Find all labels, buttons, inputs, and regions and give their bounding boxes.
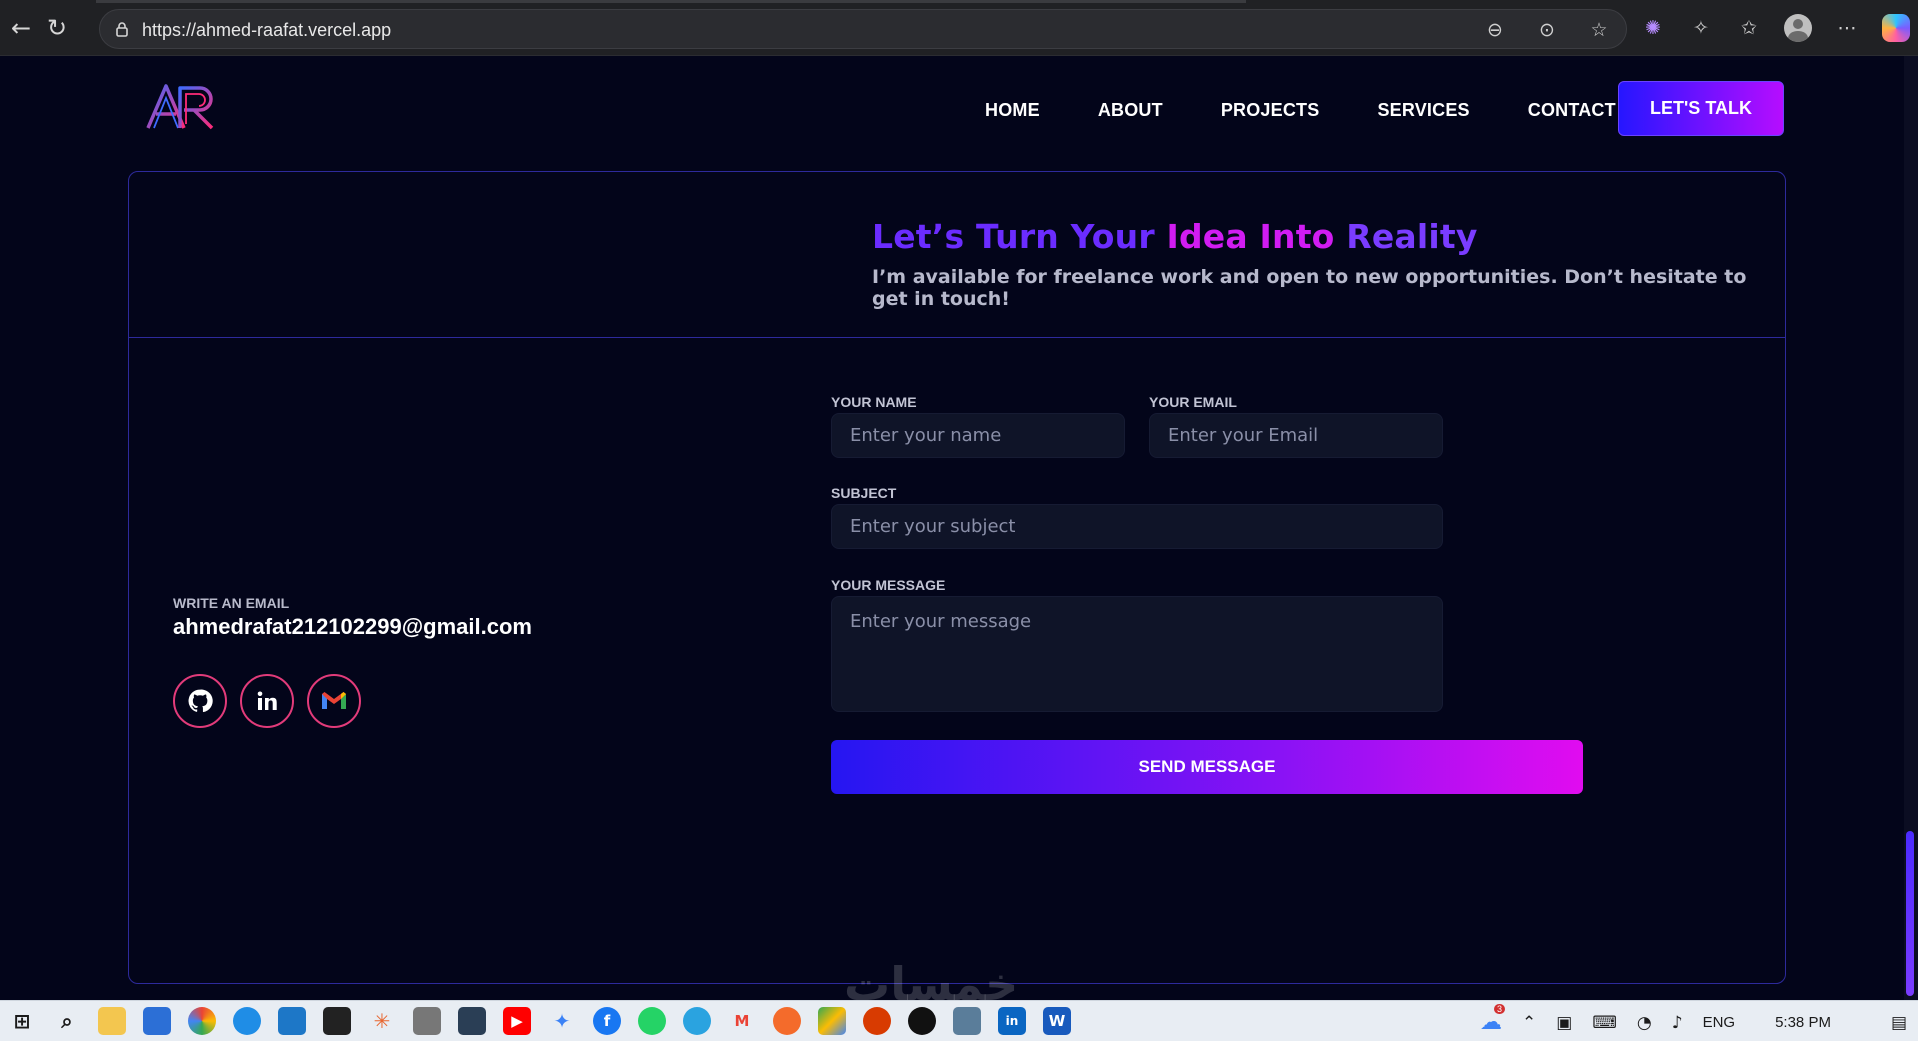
postman-icon[interactable] (773, 1007, 801, 1035)
chevron-up-icon[interactable]: ⌃ (1522, 1013, 1536, 1033)
extension-icon[interactable]: ✧ (1688, 15, 1714, 41)
linkedin-taskbar-icon[interactable]: in (998, 1007, 1026, 1035)
page-title: Let’s Turn Your Idea Into Reality (872, 217, 1478, 256)
email-input[interactable] (1149, 413, 1443, 458)
store-icon[interactable] (143, 1007, 171, 1035)
youtube-icon[interactable]: ▶ (503, 1007, 531, 1035)
linkedin-link[interactable] (240, 674, 294, 728)
settings-icon[interactable] (413, 1007, 441, 1035)
zoom-out-icon[interactable]: ⊖ (1482, 17, 1508, 43)
name-label: YOUR NAME (831, 394, 917, 410)
url-text: https://ahmed-raafat.vercel.app (142, 20, 392, 40)
word-icon[interactable]: W (1043, 1007, 1071, 1035)
whatsapp-icon[interactable] (638, 1007, 666, 1035)
gmail-icon (322, 692, 346, 709)
address-bar[interactable]: https://ahmed-raafat.vercel.app ⊖ ⊙ ☆ (99, 9, 1627, 49)
main-nav: HOME ABOUT PROJECTS SERVICES CONTACT (985, 100, 1616, 121)
page: HOME ABOUT PROJECTS SERVICES CONTACT LET… (4, 56, 1904, 1000)
nav-contact[interactable]: CONTACT (1528, 100, 1616, 121)
watermark: خمسات (844, 957, 1019, 1000)
message-textarea[interactable] (831, 596, 1443, 712)
copilot-icon[interactable] (1882, 14, 1910, 42)
volume-icon[interactable]: ♪ (1672, 1013, 1683, 1033)
reload-icon[interactable]: ↻ (42, 13, 72, 43)
divider (129, 337, 1785, 338)
windows-start-icon[interactable]: ⊞ (8, 1007, 36, 1035)
facebook-icon[interactable]: f (593, 1007, 621, 1035)
more-icon[interactable]: ⋯ (1834, 15, 1860, 41)
back-icon[interactable]: ← (6, 13, 36, 43)
github-taskbar-icon[interactable] (908, 1007, 936, 1035)
github-icon (188, 689, 213, 713)
page-subtitle: I’m available for freelance work and ope… (872, 266, 1747, 310)
vscode-icon[interactable] (278, 1007, 306, 1035)
nav-services[interactable]: SERVICES (1377, 100, 1469, 121)
language-indicator[interactable]: ENG (1703, 1014, 1736, 1031)
social-links (173, 674, 361, 728)
lets-talk-button[interactable]: LET'S TALK (1618, 81, 1784, 136)
subject-input[interactable] (831, 504, 1443, 549)
name-input[interactable] (831, 413, 1125, 458)
remote-desktop-icon[interactable] (953, 1007, 981, 1035)
keyboard-icon[interactable]: ⌨ (1592, 1013, 1617, 1033)
device-icon[interactable]: ▣ (1556, 1013, 1572, 1033)
reader-icon[interactable]: ⊙ (1534, 17, 1560, 43)
lock-icon (116, 22, 128, 37)
scrollbar-thumb[interactable] (1906, 831, 1914, 996)
nav-projects[interactable]: PROJECTS (1221, 100, 1320, 121)
browser-toolbar: ← ↻ https://ahmed-raafat.vercel.app ⊖ ⊙ … (0, 0, 1918, 56)
brain-extension-icon[interactable]: ✺ (1640, 15, 1666, 41)
telegram-icon[interactable] (683, 1007, 711, 1035)
linkedin-icon (257, 691, 277, 710)
gmail-taskbar-icon[interactable]: M (728, 1007, 756, 1035)
nav-about[interactable]: ABOUT (1098, 100, 1163, 121)
claude-icon[interactable]: ✳ (368, 1007, 396, 1035)
star-icon[interactable]: ☆ (1586, 17, 1612, 43)
file-explorer-icon[interactable] (98, 1007, 126, 1035)
github-link[interactable] (173, 674, 227, 728)
gemini-icon[interactable]: ✦ (548, 1007, 576, 1035)
gmail-link[interactable] (307, 674, 361, 728)
terminal-icon[interactable] (323, 1007, 351, 1035)
email-label: YOUR EMAIL (1149, 394, 1237, 410)
scrollbar[interactable] (1904, 56, 1918, 1000)
tab-strip (96, 0, 1246, 3)
send-message-button[interactable]: SEND MESSAGE (831, 740, 1583, 794)
logo-icon[interactable] (146, 84, 220, 130)
search-icon[interactable]: ⌕ (53, 1007, 81, 1035)
notifications-icon[interactable]: ▤ (1891, 1013, 1907, 1033)
drive-icon[interactable] (818, 1007, 846, 1035)
subject-label: SUBJECT (831, 485, 897, 501)
clock[interactable]: 5:38 PM (1775, 1014, 1831, 1031)
wifi-icon[interactable]: ◔ (1637, 1013, 1652, 1033)
chrome-icon[interactable] (188, 1007, 216, 1035)
taskbar: ⊞ ⌕ ✳ ▶ ✦ f M in W ☁ 3 ⌃ ▣ ⌨ ◔ ♪ ENG 5:3… (0, 1000, 1918, 1041)
office-icon[interactable] (863, 1007, 891, 1035)
weather-badge: 3 (1494, 1004, 1506, 1014)
email-heading: WRITE AN EMAIL (173, 595, 290, 611)
favorites-icon[interactable]: ✩ (1736, 15, 1762, 41)
nav-home[interactable]: HOME (985, 100, 1040, 121)
email-address[interactable]: ahmedrafat212102299@gmail.com (173, 614, 532, 640)
react-icon[interactable] (458, 1007, 486, 1035)
edge-icon[interactable] (233, 1007, 261, 1035)
message-label: YOUR MESSAGE (831, 577, 946, 593)
contact-panel: Let’s Turn Your Idea Into Reality I’m av… (128, 171, 1786, 984)
profile-icon[interactable] (1784, 14, 1812, 42)
